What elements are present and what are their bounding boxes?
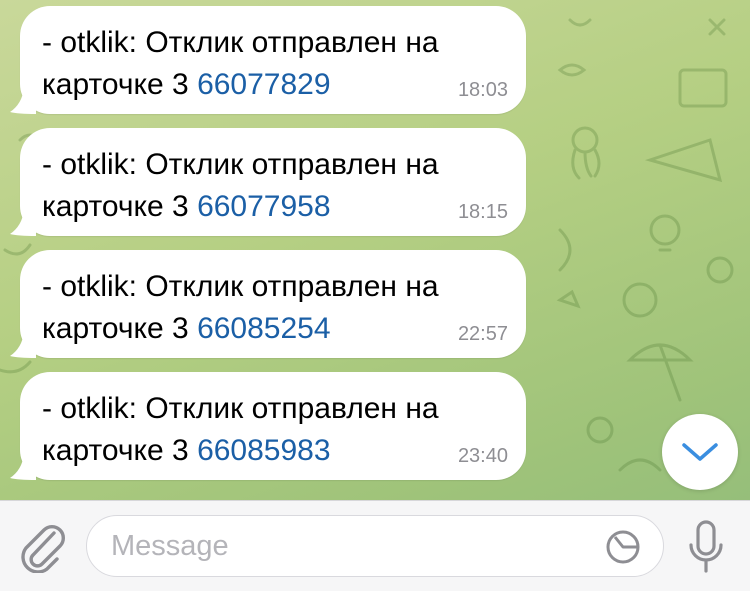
message-timestamp: 23:40 <box>457 445 508 467</box>
message-link[interactable]: 66085254 <box>197 312 330 345</box>
message-link[interactable]: 66077829 <box>197 68 330 101</box>
message-input-placeholder: Message <box>111 530 229 562</box>
message-second-line: карточке 3 66077958 <box>42 186 526 228</box>
message-input[interactable]: Message <box>86 515 664 577</box>
message-second-line: карточке 3 66085254 <box>42 308 526 350</box>
message-text: - otklik: Отклик отправлен на <box>42 392 439 425</box>
message-bubble[interactable]: - otklik: Отклик отправлен на карточке 3… <box>20 6 526 114</box>
bubble-tail <box>10 332 36 358</box>
chat-area: - otklik: Отклик отправлен на карточке 3… <box>0 0 750 500</box>
message-timestamp: 18:03 <box>457 79 508 101</box>
message-text: - otklik: Отклик отправлен на <box>42 26 439 59</box>
paperclip-icon[interactable] <box>16 519 66 573</box>
message-text: - otklik: Отклик отправлен на <box>42 148 439 181</box>
message-input-bar: Message <box>0 500 750 591</box>
scroll-to-bottom-button[interactable] <box>662 414 738 490</box>
message-text-prefix: карточке 3 <box>42 434 198 467</box>
message-text: - otklik: Отклик отправлен на <box>42 270 439 303</box>
message-bubble[interactable]: - otklik: Отклик отправлен на карточке 3… <box>20 372 526 480</box>
message-timestamp: 22:57 <box>457 323 508 345</box>
sticker-icon[interactable] <box>605 529 641 565</box>
message-bubble[interactable]: - otklik: Отклик отправлен на карточке 3… <box>20 250 526 358</box>
message-timestamp: 18:15 <box>457 201 508 223</box>
microphone-icon[interactable] <box>686 519 726 575</box>
bubble-tail <box>10 88 36 114</box>
message-text-prefix: карточке 3 <box>42 68 198 101</box>
message-second-line: карточке 3 66085983 <box>42 430 526 472</box>
bubble-tail <box>10 210 36 236</box>
message-link[interactable]: 66077958 <box>197 190 330 223</box>
bubble-tail <box>10 454 36 480</box>
message-text-prefix: карточке 3 <box>42 312 198 345</box>
message-link[interactable]: 66085983 <box>197 434 330 467</box>
message-text-prefix: карточке 3 <box>42 190 198 223</box>
chevron-down-icon <box>682 443 718 461</box>
message-bubble[interactable]: - otklik: Отклик отправлен на карточке 3… <box>20 128 526 236</box>
message-second-line: карточке 3 66077829 <box>42 64 526 106</box>
